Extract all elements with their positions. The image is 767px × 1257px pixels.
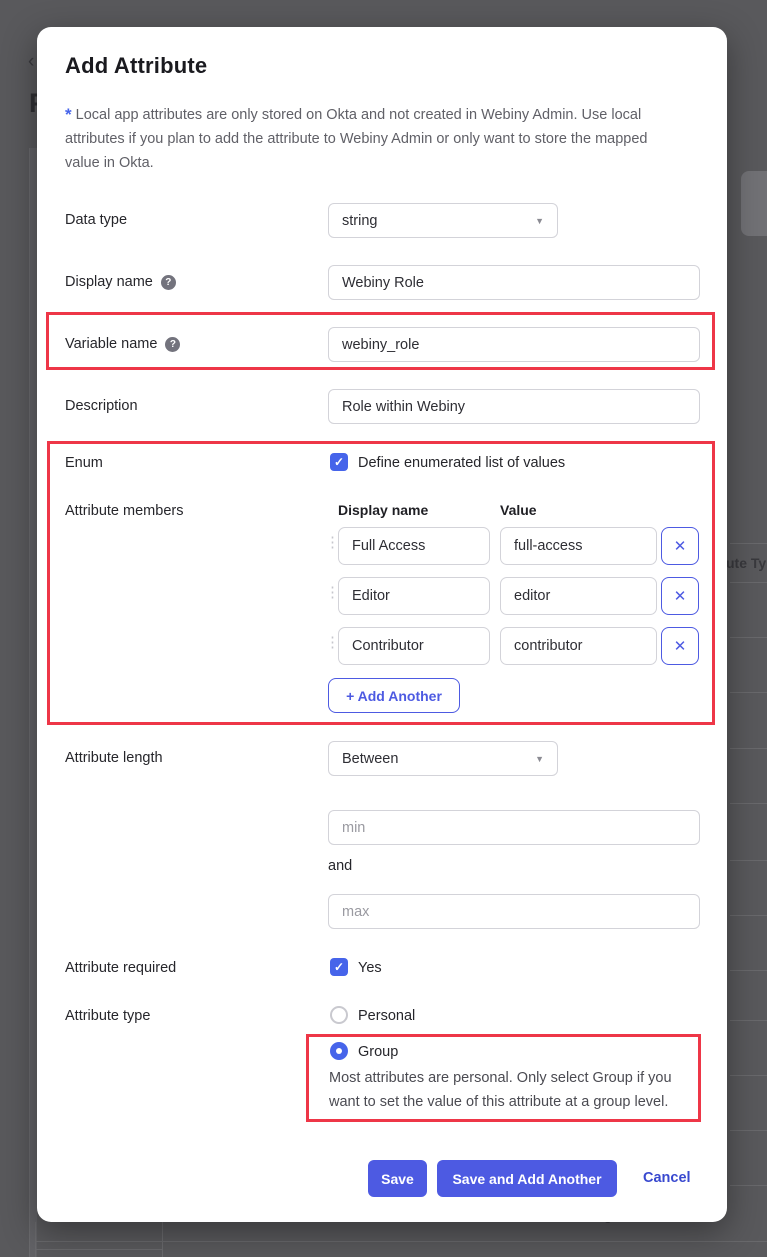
variable-name-input[interactable]: [328, 327, 700, 362]
background-row-line: [730, 803, 767, 804]
background-row-line: [730, 915, 767, 916]
check-icon: ✓: [334, 455, 344, 469]
max-length-input[interactable]: [328, 894, 700, 929]
enum-checkbox[interactable]: ✓: [330, 453, 348, 471]
background-row-line: [730, 1185, 767, 1186]
background-panel-strip: [30, 148, 37, 1257]
display-name-input[interactable]: [328, 265, 700, 300]
member-display-name-input[interactable]: [338, 627, 490, 665]
save-button[interactable]: Save: [368, 1160, 427, 1197]
required-asterisk-icon: *: [65, 105, 72, 124]
chevron-down-icon: ▼: [535, 216, 544, 226]
background-table-line: [35, 1222, 36, 1257]
modal-intro: Local app attributes are only stored on …: [65, 107, 648, 171]
close-icon: ✕: [674, 587, 687, 605]
enum-checkbox-label: Define enumerated list of values: [358, 455, 565, 471]
remove-member-button[interactable]: ✕: [661, 627, 699, 665]
background-row-line: [730, 543, 767, 544]
member-value-input[interactable]: [500, 627, 657, 665]
group-description: Most attributes are personal. Only selec…: [329, 1066, 703, 1114]
background-row-line: [730, 637, 767, 638]
attribute-length-value: Between: [342, 751, 398, 767]
background-row-line: [730, 1075, 767, 1076]
display-name-label: Display name ?: [65, 274, 176, 290]
group-radio[interactable]: [330, 1042, 348, 1060]
background-row-line: [730, 692, 767, 693]
column-header-value: Value: [500, 502, 537, 518]
close-icon: ✕: [674, 637, 687, 655]
add-another-member-button[interactable]: + Add Another: [328, 678, 460, 713]
background-row-line: [730, 860, 767, 861]
member-value-input[interactable]: [500, 527, 657, 565]
modal-title: Add Attribute: [65, 53, 207, 79]
min-length-input[interactable]: [328, 810, 700, 845]
background-table-line: [35, 1241, 767, 1242]
data-type-select[interactable]: string ▼: [328, 203, 558, 238]
personal-radio[interactable]: [330, 1006, 348, 1024]
member-value-input[interactable]: [500, 577, 657, 615]
member-display-name-input[interactable]: [338, 577, 490, 615]
cancel-button[interactable]: Cancel: [637, 1169, 697, 1187]
group-radio-label: Group: [358, 1044, 398, 1060]
check-icon: ✓: [334, 960, 344, 974]
save-and-add-another-button[interactable]: Save and Add Another: [437, 1160, 617, 1197]
background-table-line: [162, 1222, 163, 1257]
close-icon: ✕: [674, 537, 687, 555]
help-icon[interactable]: ?: [165, 337, 180, 352]
data-type-value: string: [342, 213, 377, 229]
remove-member-button[interactable]: ✕: [661, 527, 699, 565]
help-icon[interactable]: ?: [161, 275, 176, 290]
background-row-line: [730, 970, 767, 971]
background-row-line: [730, 748, 767, 749]
personal-radio-label: Personal: [358, 1008, 415, 1024]
attribute-members-label: Attribute members: [65, 503, 183, 519]
attribute-required-checkbox-label: Yes: [358, 960, 382, 976]
background-table-line: [35, 1249, 162, 1250]
and-label: and: [328, 858, 352, 874]
back-chevron-icon: ‹: [28, 51, 34, 73]
attribute-type-label: Attribute type: [65, 1008, 150, 1024]
attribute-required-checkbox[interactable]: ✓: [330, 958, 348, 976]
variable-name-label: Variable name ?: [65, 336, 180, 352]
background-card-partial: [741, 171, 767, 236]
description-input[interactable]: [328, 389, 700, 424]
data-type-label: Data type: [65, 212, 127, 228]
background-row-line: [730, 1020, 767, 1021]
chevron-down-icon: ▼: [535, 754, 544, 764]
background-column-header-partial: ute Typ: [726, 555, 767, 571]
member-row: [338, 577, 490, 615]
attribute-length-select[interactable]: Between ▼: [328, 741, 558, 776]
member-row: [338, 527, 490, 565]
member-display-name-input[interactable]: [338, 527, 490, 565]
add-attribute-modal: Add Attribute *Local app attributes are …: [37, 27, 727, 1222]
description-label: Description: [65, 398, 138, 414]
member-row: [338, 627, 490, 665]
attribute-length-label: Attribute length: [65, 750, 163, 766]
background-row-line: [730, 1130, 767, 1131]
enum-label: Enum: [65, 455, 103, 471]
attribute-required-label: Attribute required: [65, 960, 176, 976]
column-header-display-name: Display name: [338, 502, 428, 518]
background-row-line: [730, 582, 767, 583]
modal-intro-text: *Local app attributes are only stored on…: [65, 103, 677, 175]
remove-member-button[interactable]: ✕: [661, 577, 699, 615]
